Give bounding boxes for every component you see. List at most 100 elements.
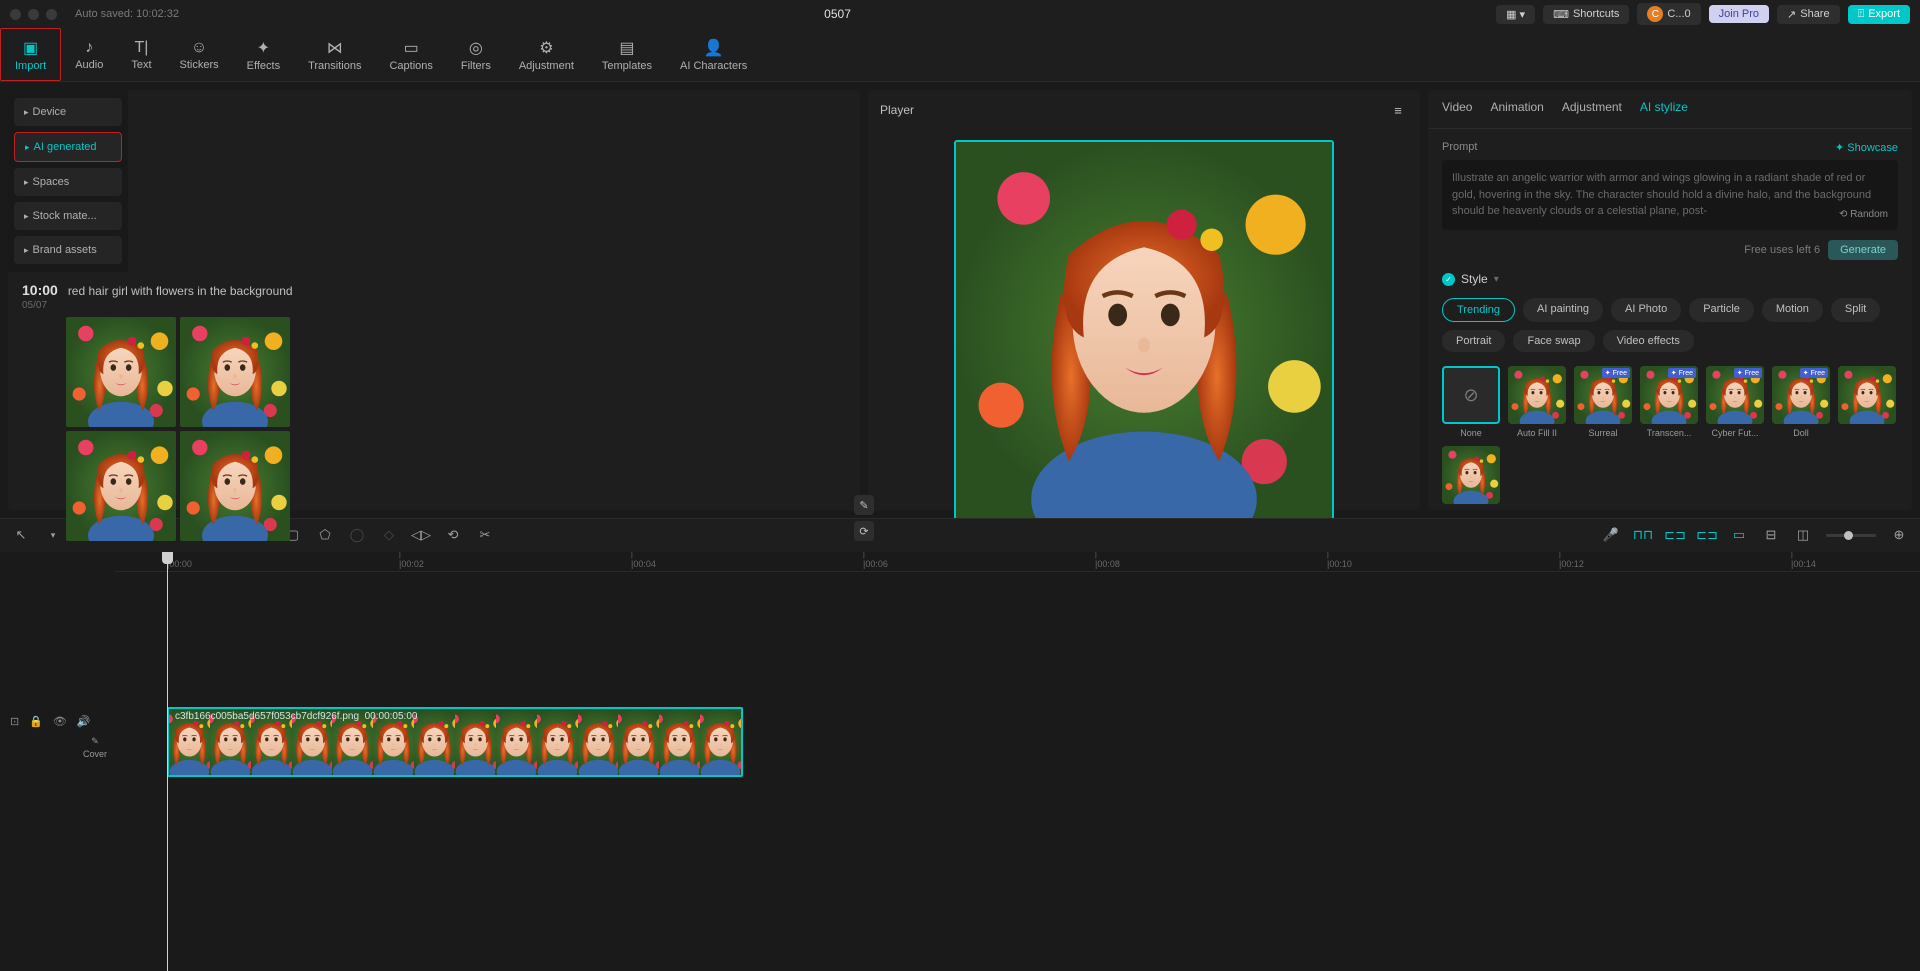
- style-thumb: ⊘: [1442, 366, 1500, 424]
- generated-thumb-2[interactable]: [180, 317, 290, 427]
- preview-render-icon[interactable]: ▭: [1730, 526, 1748, 544]
- tab-templates[interactable]: ▤Templates: [588, 28, 666, 81]
- tab-icon: ▣: [23, 38, 38, 58]
- playhead[interactable]: [167, 552, 168, 971]
- generation-prompt: red hair girl with flowers in the backgr…: [68, 284, 293, 298]
- sidebar-item-ai-generated[interactable]: AI generated: [14, 132, 122, 162]
- edit-icon[interactable]: ✎: [854, 495, 874, 515]
- zoom-slider[interactable]: [1826, 534, 1876, 537]
- pill-trending[interactable]: Trending: [1442, 298, 1515, 322]
- sidebar-item-brand-assets[interactable]: Brand assets: [14, 236, 122, 264]
- style-cyber-fut-[interactable]: ✦ FreeCyber Fut...: [1706, 366, 1764, 438]
- sidebar-item-spaces[interactable]: Spaces: [14, 168, 122, 196]
- style-label: Doll: [1793, 428, 1809, 438]
- showcase-link[interactable]: ✦ Showcase: [1835, 141, 1898, 154]
- autosave-status: Auto saved: 10:02:32: [75, 8, 179, 20]
- tab-text[interactable]: T|Text: [117, 28, 165, 81]
- visibility-icon[interactable]: 👁: [53, 715, 67, 728]
- pill-ai-painting[interactable]: AI painting: [1523, 298, 1603, 322]
- sidebar-item-stock-mate-[interactable]: Stock mate...: [14, 202, 122, 230]
- join-pro-button[interactable]: Join Pro: [1709, 5, 1769, 23]
- property-tab-ai-stylize[interactable]: AI stylize: [1640, 100, 1688, 118]
- pill-video-effects[interactable]: Video effects: [1603, 330, 1694, 352]
- dropdown-icon[interactable]: ▾: [1494, 274, 1499, 285]
- tab-adjustment[interactable]: ⚙Adjustment: [505, 28, 588, 81]
- regenerate-icon[interactable]: ⟳: [854, 521, 874, 541]
- tab-icon: ▭: [404, 38, 419, 58]
- tab-effects[interactable]: ✦Effects: [233, 28, 294, 81]
- tab-import[interactable]: ▣Import: [0, 28, 61, 81]
- zoom-fit-icon[interactable]: ◫: [1794, 526, 1812, 544]
- selection-tool[interactable]: ↖: [12, 526, 30, 544]
- snap-icon[interactable]: ⊏⊐: [1698, 526, 1716, 544]
- preview-canvas[interactable]: [954, 140, 1334, 520]
- tab-filters[interactable]: ◎Filters: [447, 28, 505, 81]
- pill-portrait[interactable]: Portrait: [1442, 330, 1505, 352]
- pill-ai-photo[interactable]: AI Photo: [1611, 298, 1681, 322]
- pill-particle[interactable]: Particle: [1689, 298, 1754, 322]
- user-chip[interactable]: CC...0: [1637, 3, 1700, 25]
- stylize-prompt-area[interactable]: Illustrate an angelic warrior with armor…: [1442, 160, 1898, 230]
- collapse-icon[interactable]: ⊡: [10, 715, 19, 728]
- minimize-window[interactable]: [28, 9, 39, 20]
- properties-panel: VideoAnimationAdjustmentAI stylize Promp…: [1428, 90, 1912, 510]
- link-icon[interactable]: ⊏⊐: [1666, 526, 1684, 544]
- cover-button[interactable]: ✎ Cover: [79, 732, 111, 763]
- player-menu-icon[interactable]: ≡: [1388, 100, 1408, 120]
- caret-icon: [24, 244, 29, 256]
- dropdown-icon[interactable]: ▾: [44, 526, 62, 544]
- shortcuts-button[interactable]: ⌨ Shortcuts: [1543, 5, 1629, 24]
- style-transcen-[interactable]: ✦ FreeTranscen...: [1640, 366, 1698, 438]
- clip-frame: [578, 709, 619, 775]
- cover-icon: ✎: [91, 736, 99, 747]
- style-checkbox[interactable]: ✓: [1442, 273, 1455, 286]
- style-doll[interactable]: ✦ Free Doll: [1772, 366, 1830, 438]
- timeline-tracks[interactable]: |00:00|00:02|00:04|00:06|00:08|00:10|00:…: [115, 552, 1920, 971]
- generation-date: 05/07: [22, 300, 846, 311]
- magnet-icon[interactable]: ⊓⊓: [1634, 526, 1652, 544]
- style-auto-fill-ii[interactable]: Auto Fill II: [1508, 366, 1566, 438]
- mic-icon[interactable]: 🎤: [1602, 526, 1620, 544]
- style-label: Surreal: [1588, 428, 1617, 438]
- generated-thumb-4[interactable]: [180, 431, 290, 541]
- close-window[interactable]: [10, 9, 21, 20]
- generate-button[interactable]: Generate: [1828, 240, 1898, 260]
- property-tab-animation[interactable]: Animation: [1490, 100, 1543, 118]
- pill-split[interactable]: Split: [1831, 298, 1880, 322]
- generated-thumb-1[interactable]: [66, 317, 176, 427]
- zoom-out-icon[interactable]: ⊟: [1762, 526, 1780, 544]
- tab-icon: ◎: [469, 38, 483, 58]
- random-button[interactable]: ⟲ Random: [1839, 207, 1888, 222]
- ruler-tick: |00:10: [1327, 552, 1352, 569]
- free-badge: ✦ Free: [1800, 368, 1828, 378]
- clip-frame: [496, 709, 537, 775]
- pill-face-swap[interactable]: Face swap: [1513, 330, 1594, 352]
- tab-captions[interactable]: ▭Captions: [375, 28, 446, 81]
- clip-frame: [659, 709, 700, 775]
- timeline-ruler[interactable]: |00:00|00:02|00:04|00:06|00:08|00:10|00:…: [115, 552, 1920, 572]
- mute-icon[interactable]: 🔊: [77, 715, 91, 728]
- style-style-7[interactable]: [1442, 446, 1500, 508]
- tab-ai-characters[interactable]: 👤AI Characters: [666, 28, 761, 81]
- style-label: Cyber Fut...: [1711, 428, 1758, 438]
- property-tab-adjustment[interactable]: Adjustment: [1562, 100, 1622, 118]
- maximize-window[interactable]: [46, 9, 57, 20]
- timeline: ⊡ 🔒 👁 🔊 ✎ Cover |00:00|00:02|00:04|00:06…: [0, 552, 1920, 971]
- property-tab-video[interactable]: Video: [1442, 100, 1472, 118]
- sidebar-item-device[interactable]: Device: [14, 98, 122, 126]
- lock-icon[interactable]: 🔒: [29, 715, 43, 728]
- layout-button[interactable]: ▦ ▾: [1496, 5, 1535, 24]
- generation-header: 10:00 red hair girl with flowers in the …: [22, 282, 846, 298]
- style-style-6[interactable]: [1838, 366, 1896, 438]
- zoom-in-icon[interactable]: ⊕: [1890, 526, 1908, 544]
- style-surreal[interactable]: ✦ FreeSurreal: [1574, 366, 1632, 438]
- share-button[interactable]: ↗ Share: [1777, 5, 1840, 24]
- tab-stickers[interactable]: ☺Stickers: [166, 28, 233, 81]
- tab-transitions[interactable]: ⋈Transitions: [294, 28, 375, 81]
- video-clip[interactable]: c3fb166c005ba5d657f053cb7dcf926f.png 00:…: [167, 707, 743, 777]
- style-none[interactable]: ⊘None: [1442, 366, 1500, 438]
- tab-audio[interactable]: ♪Audio: [61, 28, 117, 81]
- generated-thumb-3[interactable]: [66, 431, 176, 541]
- export-button[interactable]: ⍐ Export: [1848, 5, 1910, 24]
- pill-motion[interactable]: Motion: [1762, 298, 1823, 322]
